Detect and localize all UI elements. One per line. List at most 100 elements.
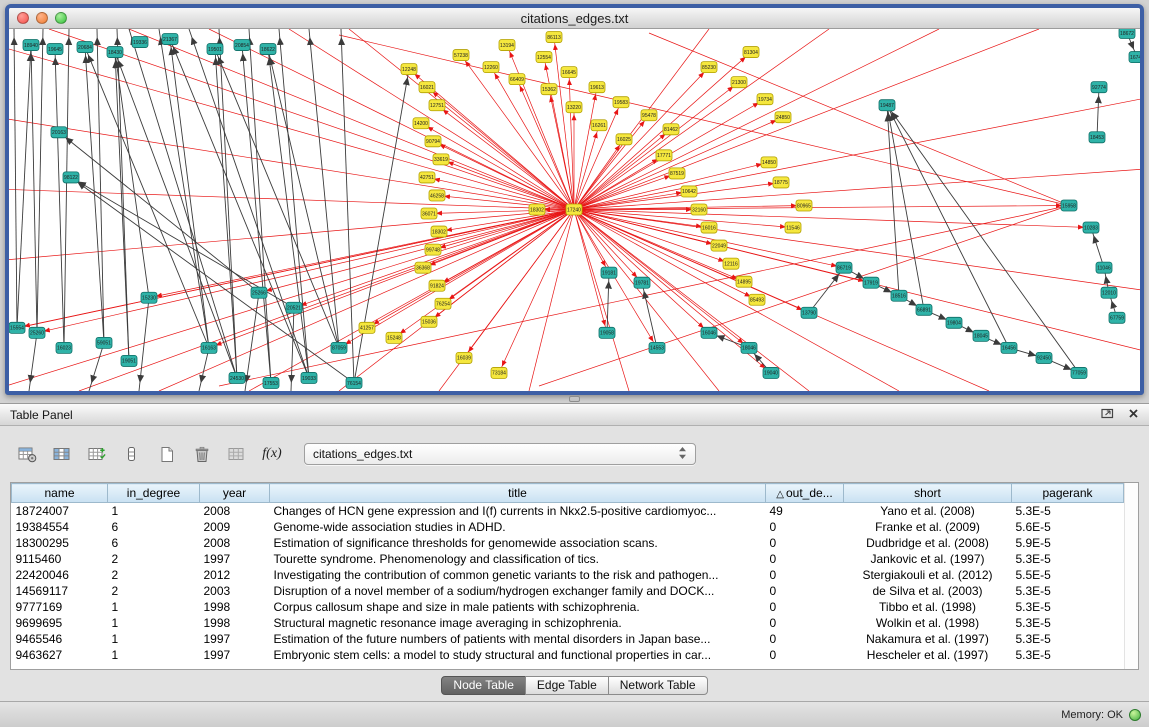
graph-node[interactable]: 19613 xyxy=(589,82,605,93)
graph-node[interactable]: 12116 xyxy=(723,258,739,269)
graph-node[interactable]: 18775 xyxy=(773,177,789,188)
zoom-window-icon[interactable] xyxy=(55,12,67,24)
graph-node[interactable]: 16645 xyxy=(561,67,577,78)
graph-node[interactable]: 19058 xyxy=(599,327,615,338)
column-header-title[interactable]: title xyxy=(270,484,766,503)
graph-node[interactable]: 57238 xyxy=(453,50,469,61)
graph-node[interactable]: 36071 xyxy=(421,208,437,219)
column-header-in_degree[interactable]: in_degree xyxy=(108,484,200,503)
graph-node[interactable]: 67759 xyxy=(1109,312,1125,323)
graph-node[interactable]: 19040 xyxy=(763,367,779,378)
graph-node[interactable]: 19336 xyxy=(132,37,148,48)
table-row[interactable]: 946362711997Embryonic stem cells: a mode… xyxy=(12,647,1124,663)
graph-node[interactable]: 19734 xyxy=(757,94,773,105)
graph-node[interactable]: 20163 xyxy=(51,127,67,138)
graph-node[interactable]: 66891 xyxy=(916,304,932,315)
graph-node[interactable]: 90794 xyxy=(425,136,441,147)
row-height-icon[interactable] xyxy=(117,440,147,468)
graph-node[interactable]: 12554 xyxy=(536,52,552,63)
memory-status-icon[interactable] xyxy=(1129,709,1141,721)
float-panel-icon[interactable] xyxy=(1101,406,1114,424)
panel-split-handle[interactable] xyxy=(569,396,580,402)
graph-node[interactable]: 19804 xyxy=(946,317,962,328)
table-row[interactable]: 1938455462009Genome-wide association stu… xyxy=(12,519,1124,535)
graph-node[interactable]: 18045 xyxy=(973,330,989,341)
graph-node[interactable]: 15554 xyxy=(9,322,25,333)
graph-node[interactable]: 17553 xyxy=(263,377,279,388)
graph-node[interactable]: 20684 xyxy=(77,42,93,53)
graph-node[interactable]: 77059 xyxy=(1071,367,1087,378)
graph-node[interactable]: 16025 xyxy=(616,134,632,145)
graph-node[interactable]: 21367 xyxy=(162,34,178,45)
column-header-name[interactable]: name xyxy=(12,484,108,503)
graph-node[interactable]: 87519 xyxy=(669,168,685,179)
graph-node[interactable]: 41257 xyxy=(359,322,375,333)
graph-node[interactable]: 17919 xyxy=(863,277,879,288)
graph-node[interactable]: 73184 xyxy=(491,367,507,378)
graph-node[interactable]: 95478 xyxy=(641,110,657,121)
graph-node[interactable]: 86719 xyxy=(836,262,852,273)
graph-node[interactable]: 25266 xyxy=(251,287,267,298)
table-options-icon[interactable] xyxy=(12,440,42,468)
graph-node[interactable]: 81304 xyxy=(743,47,759,58)
graph-node[interactable]: 16261 xyxy=(591,120,607,131)
graph-node[interactable]: 98122 xyxy=(63,172,79,183)
graph-node[interactable]: 19583 xyxy=(613,97,629,108)
graph-node[interactable]: 85230 xyxy=(701,62,717,73)
graph-node[interactable]: 16163 xyxy=(201,342,217,353)
graph-node[interactable]: 18672 xyxy=(1119,29,1135,39)
graph-node[interactable]: 92450 xyxy=(1036,352,1052,363)
graph-node[interactable]: 91824 xyxy=(429,280,445,291)
graph-node[interactable]: 86113 xyxy=(546,32,562,43)
graph-node[interactable]: 13220 xyxy=(566,102,582,113)
graph-node[interactable]: 12010 xyxy=(1101,287,1117,298)
graph-node[interactable]: 46258 xyxy=(429,190,445,201)
table-row[interactable]: 977716911998Corpus callosum shape and si… xyxy=(12,599,1124,615)
graph-node[interactable]: 14850 xyxy=(761,157,777,168)
graph-node[interactable]: 18453 xyxy=(1089,132,1105,143)
graph-node[interactable]: 76254 xyxy=(435,298,451,309)
table-row[interactable]: 946554611997Estimation of the future num… xyxy=(12,631,1124,647)
graph-node[interactable]: 19051 xyxy=(121,355,137,366)
graph-node[interactable]: 15248 xyxy=(386,332,402,343)
graph-node[interactable]: 33619 xyxy=(433,154,449,165)
graph-node[interactable]: 18302 xyxy=(529,204,545,215)
network-view[interactable]: 1724018940196452068418430193362136719501… xyxy=(9,29,1140,391)
column-header-year[interactable]: year xyxy=(200,484,270,503)
network-canvas[interactable]: 1724018940196452068418430193362136719501… xyxy=(9,29,1140,391)
graph-node[interactable]: 66409 xyxy=(509,74,525,85)
function-builder-icon[interactable]: f(x) xyxy=(257,440,287,468)
graph-node[interactable]: 11046 xyxy=(1096,262,1112,273)
graph-node[interactable]: 14553 xyxy=(649,342,665,353)
minimize-window-icon[interactable] xyxy=(36,12,48,24)
graph-node[interactable]: 19645 xyxy=(47,44,63,55)
graph-node[interactable]: 16016 xyxy=(701,222,717,233)
graph-node[interactable]: 81462 xyxy=(663,124,679,135)
graph-node[interactable]: 11546 xyxy=(785,222,801,233)
tab-network-table[interactable]: Network Table xyxy=(608,676,708,695)
graph-node[interactable]: 16021 xyxy=(419,82,435,93)
new-column-icon[interactable] xyxy=(152,440,182,468)
delete-column-icon[interactable] xyxy=(187,440,217,468)
graph-node[interactable]: 21300 xyxy=(731,77,747,88)
graph-node[interactable]: 10642 xyxy=(681,186,697,197)
graph-node[interactable]: 14200 xyxy=(413,118,429,129)
graph-node[interactable]: 15958 xyxy=(1061,200,1077,211)
graph-node[interactable]: 22049 xyxy=(711,240,727,251)
graph-node-hub[interactable]: 17240 xyxy=(566,204,582,215)
graph-node[interactable]: 18940 xyxy=(23,40,39,51)
graph-node[interactable]: 24530 xyxy=(229,372,245,383)
table-row[interactable]: 911546021997Tourette syndrome. Phenomeno… xyxy=(12,551,1124,567)
graph-node[interactable]: 76154 xyxy=(346,377,362,388)
graph-node[interactable]: 87059 xyxy=(331,342,347,353)
window-titlebar[interactable]: citations_edges.txt xyxy=(9,8,1140,29)
table-row[interactable]: 2242004622012Investigating the contribut… xyxy=(12,567,1124,583)
graph-node[interactable]: 13194 xyxy=(499,40,515,51)
graph-node[interactable]: 99748 xyxy=(425,244,441,255)
graph-node[interactable]: 16023 xyxy=(56,342,72,353)
graph-node[interactable]: 85493 xyxy=(749,294,765,305)
graph-node[interactable]: 19501 xyxy=(207,44,223,55)
table-row[interactable]: 1830029562008Estimation of significance … xyxy=(12,535,1124,551)
graph-node[interactable]: 15036 xyxy=(421,316,437,327)
graph-node[interactable]: 92774 xyxy=(1091,82,1107,93)
